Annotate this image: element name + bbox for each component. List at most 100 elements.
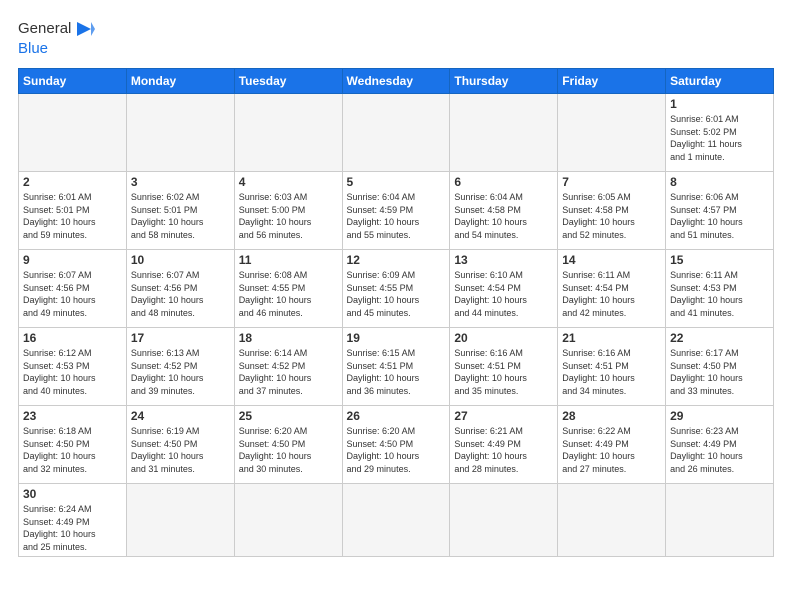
calendar-cell: 16 Sunrise: 6:12 AM Sunset: 4:53 PM Dayli… (19, 328, 127, 406)
calendar-cell: 7Sunrise: 6:05 AM Sunset: 4:58 PM Daylig… (558, 172, 666, 250)
calendar-cell: 23 Sunrise: 6:18 AM Sunset: 4:50 PM Dayli… (19, 406, 127, 484)
day-number: 23 (23, 409, 122, 423)
calendar-cell: 22 Sunrise: 6:17 AM Sunset: 4:50 PM Dayli… (666, 328, 774, 406)
calendar-cell: 29Sunrise: 6:23 AM Sunset: 4:49 PM Dayli… (666, 406, 774, 484)
day-number: 4 (239, 175, 338, 189)
day-number: 1 (670, 97, 769, 111)
calendar-cell: 10Sunrise: 6:07 AM Sunset: 4:56 PM Dayli… (126, 250, 234, 328)
day-info: Sunrise: 6:24 AM Sunset: 4:49 PM Dayligh… (23, 503, 122, 553)
day-info: Sunrise: 6:14 AM Sunset: 4:52 PM Dayligh… (239, 347, 338, 397)
calendar-cell (450, 94, 558, 172)
day-number: 27 (454, 409, 553, 423)
day-info: Sunrise: 6:07 AM Sunset: 4:56 PM Dayligh… (23, 269, 122, 319)
calendar-cell: 18 Sunrise: 6:14 AM Sunset: 4:52 PM Dayli… (234, 328, 342, 406)
calendar-cell: 24 Sunrise: 6:19 AM Sunset: 4:50 PM Dayli… (126, 406, 234, 484)
day-info: Sunrise: 6:21 AM Sunset: 4:49 PM Dayligh… (454, 425, 553, 475)
day-info: Sunrise: 6:13 AM Sunset: 4:52 PM Dayligh… (131, 347, 230, 397)
weekday-header-thursday: Thursday (450, 69, 558, 94)
day-info: Sunrise: 6:11 AM Sunset: 4:54 PM Dayligh… (562, 269, 661, 319)
day-info: Sunrise: 6:18 AM Sunset: 4:50 PM Dayligh… (23, 425, 122, 475)
day-number: 3 (131, 175, 230, 189)
day-info: Sunrise: 6:09 AM Sunset: 4:55 PM Dayligh… (347, 269, 446, 319)
day-number: 25 (239, 409, 338, 423)
day-info: Sunrise: 6:03 AM Sunset: 5:00 PM Dayligh… (239, 191, 338, 241)
day-number: 21 (562, 331, 661, 345)
weekday-header-sunday: Sunday (19, 69, 127, 94)
day-info: Sunrise: 6:12 AM Sunset: 4:53 PM Dayligh… (23, 347, 122, 397)
calendar-row-1: 2Sunrise: 6:01 AM Sunset: 5:01 PM Daylig… (19, 172, 774, 250)
calendar-cell (450, 484, 558, 557)
calendar-row-3: 16 Sunrise: 6:12 AM Sunset: 4:53 PM Dayli… (19, 328, 774, 406)
calendar-cell (19, 94, 127, 172)
calendar-cell: 19Sunrise: 6:15 AM Sunset: 4:51 PM Dayli… (342, 328, 450, 406)
day-info: Sunrise: 6:08 AM Sunset: 4:55 PM Dayligh… (239, 269, 338, 319)
day-number: 13 (454, 253, 553, 267)
day-number: 8 (670, 175, 769, 189)
day-number: 11 (239, 253, 338, 267)
day-number: 14 (562, 253, 661, 267)
day-info: Sunrise: 6:07 AM Sunset: 4:56 PM Dayligh… (131, 269, 230, 319)
calendar-cell: 20 Sunrise: 6:16 AM Sunset: 4:51 PM Dayli… (450, 328, 558, 406)
calendar-cell (558, 94, 666, 172)
calendar-row-4: 23 Sunrise: 6:18 AM Sunset: 4:50 PM Dayli… (19, 406, 774, 484)
weekday-header-row: SundayMondayTuesdayWednesdayThursdayFrid… (19, 69, 774, 94)
day-number: 30 (23, 487, 122, 501)
calendar-cell (234, 484, 342, 557)
calendar-cell: 1 Sunrise: 6:01 AM Sunset: 5:02 PM Daylig… (666, 94, 774, 172)
day-number: 20 (454, 331, 553, 345)
calendar-row-2: 9 Sunrise: 6:07 AM Sunset: 4:56 PM Daylig… (19, 250, 774, 328)
calendar-cell: 4 Sunrise: 6:03 AM Sunset: 5:00 PM Daylig… (234, 172, 342, 250)
header: General Blue (18, 18, 774, 58)
day-info: Sunrise: 6:19 AM Sunset: 4:50 PM Dayligh… (131, 425, 230, 475)
weekday-header-wednesday: Wednesday (342, 69, 450, 94)
day-number: 18 (239, 331, 338, 345)
day-number: 17 (131, 331, 230, 345)
day-number: 24 (131, 409, 230, 423)
calendar-cell: 30 Sunrise: 6:24 AM Sunset: 4:49 PM Dayli… (19, 484, 127, 557)
day-number: 28 (562, 409, 661, 423)
day-info: Sunrise: 6:06 AM Sunset: 4:57 PM Dayligh… (670, 191, 769, 241)
calendar-cell: 6Sunrise: 6:04 AM Sunset: 4:58 PM Daylig… (450, 172, 558, 250)
day-number: 12 (347, 253, 446, 267)
page: General Blue SundayMondayTuesdayWednesda… (0, 0, 792, 612)
day-info: Sunrise: 6:04 AM Sunset: 4:59 PM Dayligh… (347, 191, 446, 241)
day-number: 6 (454, 175, 553, 189)
calendar-cell: 25 Sunrise: 6:20 AM Sunset: 4:50 PM Dayli… (234, 406, 342, 484)
calendar-cell (558, 484, 666, 557)
day-info: Sunrise: 6:16 AM Sunset: 4:51 PM Dayligh… (454, 347, 553, 397)
calendar-cell: 11 Sunrise: 6:08 AM Sunset: 4:55 PM Dayli… (234, 250, 342, 328)
calendar-cell: 2Sunrise: 6:01 AM Sunset: 5:01 PM Daylig… (19, 172, 127, 250)
logo-triangle-icon (73, 18, 95, 40)
day-number: 22 (670, 331, 769, 345)
calendar-row-5: 30 Sunrise: 6:24 AM Sunset: 4:49 PM Dayli… (19, 484, 774, 557)
day-info: Sunrise: 6:11 AM Sunset: 4:53 PM Dayligh… (670, 269, 769, 319)
logo-blue-text: Blue (18, 40, 95, 58)
calendar-cell: 3Sunrise: 6:02 AM Sunset: 5:01 PM Daylig… (126, 172, 234, 250)
weekday-header-saturday: Saturday (666, 69, 774, 94)
calendar-cell (342, 484, 450, 557)
weekday-header-monday: Monday (126, 69, 234, 94)
calendar-cell: 28 Sunrise: 6:22 AM Sunset: 4:49 PM Dayli… (558, 406, 666, 484)
calendar-row-0: 1 Sunrise: 6:01 AM Sunset: 5:02 PM Daylig… (19, 94, 774, 172)
calendar-cell: 8 Sunrise: 6:06 AM Sunset: 4:57 PM Daylig… (666, 172, 774, 250)
calendar: SundayMondayTuesdayWednesdayThursdayFrid… (18, 68, 774, 557)
logo-text-block: General Blue (18, 18, 95, 58)
calendar-cell: 21 Sunrise: 6:16 AM Sunset: 4:51 PM Dayli… (558, 328, 666, 406)
weekday-header-friday: Friday (558, 69, 666, 94)
day-number: 16 (23, 331, 122, 345)
day-info: Sunrise: 6:22 AM Sunset: 4:49 PM Dayligh… (562, 425, 661, 475)
weekday-header-tuesday: Tuesday (234, 69, 342, 94)
calendar-cell: 17 Sunrise: 6:13 AM Sunset: 4:52 PM Dayli… (126, 328, 234, 406)
calendar-cell (126, 94, 234, 172)
day-number: 9 (23, 253, 122, 267)
calendar-cell: 27 Sunrise: 6:21 AM Sunset: 4:49 PM Dayli… (450, 406, 558, 484)
day-info: Sunrise: 6:20 AM Sunset: 4:50 PM Dayligh… (347, 425, 446, 475)
day-info: Sunrise: 6:17 AM Sunset: 4:50 PM Dayligh… (670, 347, 769, 397)
day-info: Sunrise: 6:16 AM Sunset: 4:51 PM Dayligh… (562, 347, 661, 397)
calendar-cell (126, 484, 234, 557)
day-info: Sunrise: 6:20 AM Sunset: 4:50 PM Dayligh… (239, 425, 338, 475)
calendar-cell: 12 Sunrise: 6:09 AM Sunset: 4:55 PM Dayli… (342, 250, 450, 328)
day-info: Sunrise: 6:01 AM Sunset: 5:02 PM Dayligh… (670, 113, 769, 163)
calendar-cell: 26Sunrise: 6:20 AM Sunset: 4:50 PM Dayli… (342, 406, 450, 484)
calendar-cell (342, 94, 450, 172)
